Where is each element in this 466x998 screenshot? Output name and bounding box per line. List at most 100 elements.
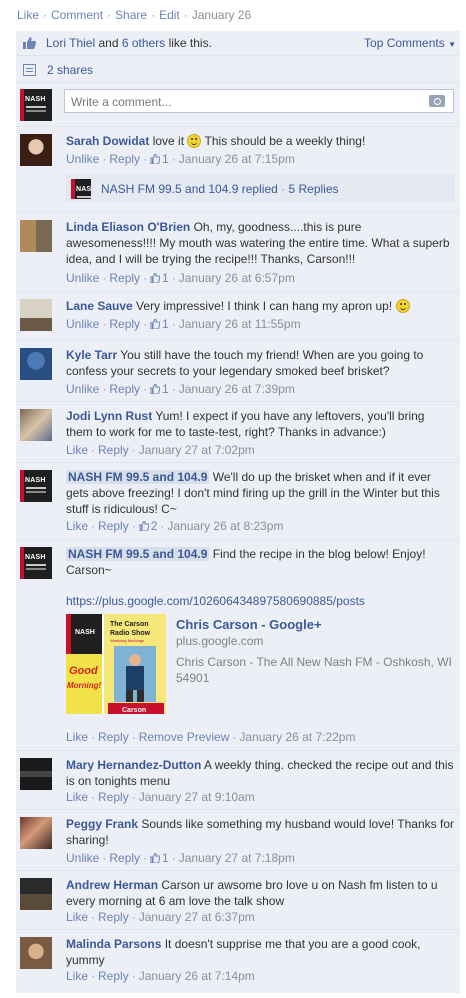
comment-body: Andrew Herman Carson ur awsome bro love … bbox=[66, 877, 454, 909]
reply-link[interactable]: Reply bbox=[98, 910, 129, 924]
unlike-link[interactable]: Unlike bbox=[66, 317, 99, 331]
likes-and: and bbox=[98, 36, 119, 50]
thumbs-up-icon bbox=[150, 154, 161, 164]
like-count[interactable]: 1 bbox=[162, 851, 169, 865]
like-count[interactable]: 2 bbox=[151, 519, 158, 533]
avatar bbox=[20, 470, 52, 502]
comment-author[interactable]: Jodi Lynn Rust bbox=[66, 409, 152, 423]
like-link[interactable]: Like bbox=[66, 969, 88, 983]
others-link[interactable]: 6 others bbox=[122, 36, 165, 50]
comment-meta: Like · Reply · January 27 at 7:02pm bbox=[66, 443, 255, 457]
unlike-link[interactable]: Unlike bbox=[66, 382, 99, 396]
reply-link[interactable]: Reply bbox=[109, 317, 140, 331]
comment-meta: Unlike · Reply · 1 · January 26 at 7:15pm bbox=[66, 152, 295, 166]
post-date[interactable]: January 26 bbox=[192, 8, 251, 22]
reply-link[interactable]: Reply bbox=[109, 271, 140, 285]
avatar bbox=[20, 409, 52, 441]
comment-placeholder: Write a comment... bbox=[71, 95, 172, 109]
separator-dot: · bbox=[43, 8, 48, 22]
comment-author[interactable]: Peggy Frank bbox=[66, 817, 138, 831]
comment-text: Very impressive! I think I can hang my a… bbox=[136, 299, 393, 313]
avatar bbox=[20, 758, 52, 790]
comment-text-continued: This should be a weekly thing! bbox=[204, 134, 366, 148]
comment-item: Mary Hernandez-Dutton A weekly thing. ch… bbox=[16, 752, 460, 810]
comment-item: Jodi Lynn Rust Yum! I expect if you have… bbox=[16, 403, 460, 463]
comment-time[interactable]: January 27 at 6:37pm bbox=[139, 910, 255, 924]
reply-link[interactable]: Reply bbox=[98, 790, 129, 804]
comment-body: Malinda Parsons It doesn't supprise me t… bbox=[66, 936, 454, 968]
share-link[interactable]: Share bbox=[115, 8, 147, 22]
comment-time[interactable]: January 27 at 7:18pm bbox=[179, 851, 295, 865]
comment-author[interactable]: NASH FM 99.5 and 104.9 bbox=[66, 547, 210, 561]
like-link[interactable]: Like bbox=[66, 790, 88, 804]
comment-author[interactable]: NASH FM 99.5 and 104.9 bbox=[66, 470, 210, 484]
top-comments-dropdown[interactable]: Top Comments ▼ bbox=[364, 36, 456, 50]
comment-time[interactable]: January 26 at 11:55pm bbox=[179, 317, 301, 331]
reply-link[interactable]: Reply bbox=[109, 152, 140, 166]
like-link[interactable]: Like bbox=[17, 8, 39, 22]
thumbs-up-icon bbox=[23, 37, 36, 49]
separator-dot: · bbox=[151, 8, 156, 22]
comment-item: Malinda Parsons It doesn't supprise me t… bbox=[16, 931, 460, 991]
comment-time[interactable]: January 26 at 7:39pm bbox=[179, 382, 295, 396]
unlike-link[interactable]: Unlike bbox=[66, 152, 99, 166]
replies-summary[interactable]: NASH FM 99.5 and 104.9 replied · 5 Repli… bbox=[66, 174, 454, 202]
comment-author[interactable]: Sarah Dowidat bbox=[66, 134, 149, 148]
card-show-subtitle: Weekday Mornings bbox=[110, 638, 144, 643]
like-count[interactable]: 1 bbox=[162, 317, 169, 331]
comment-author[interactable]: Kyle Tarr bbox=[66, 348, 117, 362]
liker-name-link[interactable]: Lori Thiel bbox=[46, 36, 95, 50]
reply-link[interactable]: Reply bbox=[98, 730, 129, 744]
thumbs-up-icon bbox=[138, 521, 149, 531]
camera-icon[interactable] bbox=[429, 95, 445, 107]
comment-author[interactable]: Andrew Herman bbox=[66, 878, 158, 892]
comment-author[interactable]: Mary Hernandez-Dutton bbox=[66, 758, 201, 772]
replied-label: replied bbox=[241, 182, 278, 196]
avatar bbox=[20, 134, 52, 166]
comment-time[interactable]: January 26 at 8:23pm bbox=[167, 519, 283, 533]
like-count[interactable]: 1 bbox=[162, 382, 169, 396]
link-preview-image[interactable]: NASH Good Morning! The Carson Radio Show… bbox=[66, 614, 166, 714]
comment-time[interactable]: January 26 at 6:57pm bbox=[179, 271, 295, 285]
comment-time[interactable]: January 26 at 7:22pm bbox=[239, 730, 355, 744]
like-link[interactable]: Like bbox=[66, 910, 88, 924]
comment-time[interactable]: January 26 at 7:14pm bbox=[139, 969, 255, 983]
like-count[interactable]: 1 bbox=[162, 271, 169, 285]
reply-link[interactable]: Reply bbox=[109, 382, 140, 396]
reply-link[interactable]: Reply bbox=[98, 519, 129, 533]
remove-preview-link[interactable]: Remove Preview bbox=[139, 730, 230, 744]
comment-author[interactable]: Lane Sauve bbox=[66, 299, 133, 313]
comment-text: You still have the touch my friend! When… bbox=[66, 348, 424, 378]
comment-time[interactable]: January 27 at 9:10am bbox=[139, 790, 255, 804]
separator-dot: · bbox=[107, 8, 112, 22]
write-comment-row: Write a comment... bbox=[16, 84, 460, 127]
like-link[interactable]: Like bbox=[66, 443, 88, 457]
comment-body: Sarah Dowidat love it This should be a w… bbox=[66, 133, 454, 149]
comment-author[interactable]: Linda Eliason O'Brien bbox=[66, 220, 190, 234]
comment-time[interactable]: January 26 at 7:15pm bbox=[179, 152, 295, 166]
reply-link[interactable]: Reply bbox=[109, 851, 140, 865]
unlike-link[interactable]: Unlike bbox=[66, 851, 99, 865]
reply-link[interactable]: Reply bbox=[98, 969, 129, 983]
blog-url-link[interactable]: https://plus.google.com/1026064348975806… bbox=[66, 594, 365, 608]
edit-link[interactable]: Edit bbox=[159, 8, 180, 22]
comment-body: NASH FM 99.5 and 104.9 Find the recipe i… bbox=[66, 546, 454, 578]
shares-link[interactable]: 2 shares bbox=[47, 63, 93, 77]
caret-down-icon: ▼ bbox=[448, 40, 456, 49]
top-comments-label: Top Comments bbox=[364, 36, 445, 50]
unlike-link[interactable]: Unlike bbox=[66, 271, 99, 285]
comment-body: Linda Eliason O'Brien Oh, my, goodness..… bbox=[66, 219, 454, 267]
like-count[interactable]: 1 bbox=[162, 152, 169, 166]
link-preview-title[interactable]: Chris Carson - Google+ bbox=[176, 617, 322, 632]
comment-time[interactable]: January 27 at 7:02pm bbox=[139, 443, 255, 457]
comment-link[interactable]: Comment bbox=[51, 8, 103, 22]
comment-item: Linda Eliason O'Brien Oh, my, goodness..… bbox=[16, 214, 460, 292]
like-link[interactable]: Like bbox=[66, 519, 88, 533]
reply-link[interactable]: Reply bbox=[98, 443, 129, 457]
comment-input[interactable]: Write a comment... bbox=[64, 89, 454, 113]
link-preview-card[interactable]: NASH Good Morning! The Carson Radio Show… bbox=[66, 614, 456, 724]
comments-panel: Lori Thiel and 6 others like this. Top C… bbox=[16, 31, 460, 993]
avatar bbox=[20, 299, 52, 331]
like-link[interactable]: Like bbox=[66, 730, 88, 744]
comment-author[interactable]: Malinda Parsons bbox=[66, 937, 161, 951]
